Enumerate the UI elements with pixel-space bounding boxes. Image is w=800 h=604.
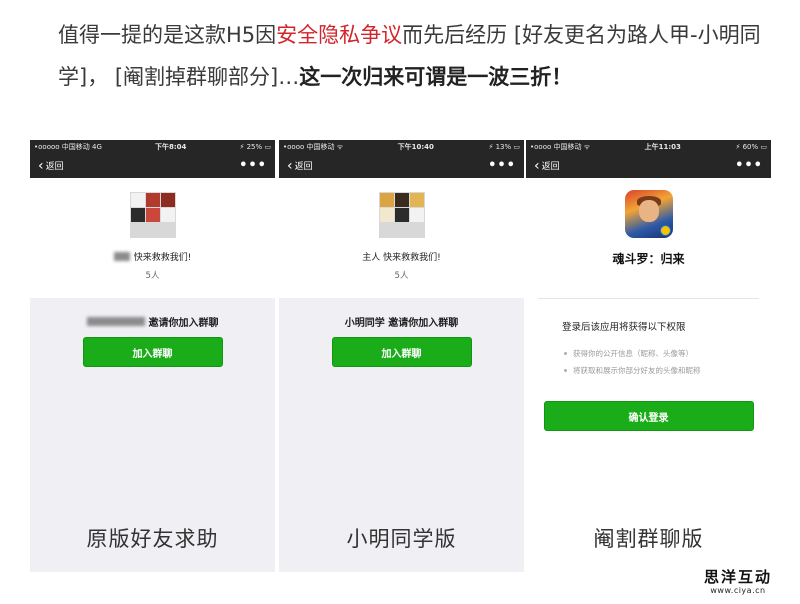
status-time: 上午11:03 bbox=[644, 142, 681, 151]
group-info: 主人 快来救救我们! 5人 bbox=[279, 178, 524, 298]
join-group-button[interactable]: 加入群聊 bbox=[82, 337, 223, 367]
more-options-icon[interactable]: ••• bbox=[735, 158, 763, 173]
group-avatar bbox=[129, 192, 176, 238]
game-app-icon bbox=[624, 190, 673, 238]
invite-text-label: 小明同学 邀请你加入群聊 bbox=[344, 318, 459, 329]
battery-status: ⚡ 60% ▭ bbox=[735, 142, 767, 151]
member-avatar-tile bbox=[379, 193, 394, 207]
member-avatar-tile bbox=[409, 193, 424, 207]
headline-part1: 值得一提的是这款H5因 bbox=[58, 23, 277, 47]
permission-item: 将获取和展示你部分好友的头像和昵称 bbox=[564, 362, 771, 379]
invite-text-label: 邀请你加入群聊 bbox=[148, 318, 219, 329]
group-avatar bbox=[378, 192, 425, 238]
chevron-left-icon: ‹ bbox=[534, 157, 540, 174]
member-avatar-tile bbox=[160, 208, 175, 222]
watermark-logo: 思洋互动 www.ciya.cn bbox=[704, 566, 772, 595]
watermark-url: www.ciya.cn bbox=[710, 586, 766, 595]
member-avatar-tile bbox=[409, 208, 424, 222]
more-options-icon[interactable]: ••• bbox=[239, 158, 267, 173]
version-caption: 原版好友求助 bbox=[86, 527, 219, 551]
carrier-signal: •ooooo 中国移动 4G bbox=[34, 142, 102, 151]
member-avatar-tile bbox=[130, 193, 145, 207]
member-count: 5人 bbox=[145, 271, 160, 281]
chevron-left-icon: ‹ bbox=[287, 157, 293, 174]
permissions-list: 获得你的公开信息（昵称、头像等） 将获取和展示你部分好友的头像和昵称 bbox=[564, 345, 771, 379]
back-button[interactable]: ‹ 返回 bbox=[38, 159, 64, 173]
status-bar: •oooo 中国移动 ᯤ 上午11:03 ⚡ 60% ▭ bbox=[526, 140, 771, 153]
chevron-left-icon: ‹ bbox=[38, 157, 44, 174]
phone-screenshot-xiaoming: •oooo 中国移动 ᯤ 下午10:40 ⚡ 13% ▭ ‹ 返回 ••• 主人… bbox=[279, 140, 524, 572]
battery-status: ⚡ 25% ▭ bbox=[239, 142, 271, 151]
phone-screenshot-original: •ooooo 中国移动 4G 下午8:04 ⚡ 25% ▭ ‹ 返回 ••• 快… bbox=[30, 140, 275, 572]
carrier-signal: •oooo 中国移动 ᯤ bbox=[530, 142, 591, 151]
invite-section: 小明同学 邀请你加入群聊 加入群聊 bbox=[279, 314, 524, 367]
divider bbox=[538, 298, 759, 299]
permissions-title: 登录后该应用将获得以下权限 bbox=[562, 322, 686, 333]
headline-text: 值得一提的是这款H5因安全隐私争议而先后经历 [好友更名为路人甲-小明同学]， … bbox=[58, 14, 778, 98]
member-count: 5人 bbox=[394, 271, 409, 281]
back-button[interactable]: ‹ 返回 bbox=[534, 159, 560, 173]
status-bar: •oooo 中国移动 ᯤ 下午10:40 ⚡ 13% ▭ bbox=[279, 140, 524, 153]
status-time: 下午10:40 bbox=[397, 142, 434, 151]
invite-text: 邀请你加入群聊 bbox=[86, 314, 219, 329]
member-avatar-tile bbox=[394, 208, 409, 222]
nav-bar: ‹ 返回 ••• bbox=[30, 153, 275, 178]
app-info: 魂斗罗：归来 bbox=[526, 178, 771, 298]
group-name-text: 主人 快来救救我们! bbox=[362, 253, 441, 263]
confirm-login-button[interactable]: 确认登录 bbox=[543, 401, 754, 431]
more-options-icon[interactable]: ••• bbox=[488, 158, 516, 173]
back-button[interactable]: ‹ 返回 bbox=[287, 159, 313, 173]
carrier-signal: •oooo 中国移动 ᯤ bbox=[283, 142, 344, 151]
member-avatar-tile bbox=[145, 208, 160, 222]
permission-item: 获得你的公开信息（昵称、头像等） bbox=[564, 345, 771, 362]
back-label: 返回 bbox=[541, 162, 560, 172]
group-name-text: 快来救救我们! bbox=[133, 253, 192, 263]
join-group-button[interactable]: 加入群聊 bbox=[331, 337, 472, 367]
group-name: 快来救救我们! bbox=[113, 250, 192, 263]
headline-highlight: 安全隐私争议 bbox=[276, 23, 403, 47]
blurred-inviter bbox=[86, 317, 145, 326]
battery-status: ⚡ 13% ▭ bbox=[488, 142, 520, 151]
invite-section: 邀请你加入群聊 加入群聊 bbox=[30, 314, 275, 367]
member-avatar-tile bbox=[394, 193, 409, 207]
version-caption: 阉割群聊版 bbox=[593, 527, 704, 551]
member-avatar-tile bbox=[130, 208, 145, 222]
member-avatar-tile bbox=[160, 193, 175, 207]
group-info: 快来救救我们! 5人 bbox=[30, 178, 275, 298]
back-label: 返回 bbox=[294, 162, 313, 172]
nav-bar: ‹ 返回 ••• bbox=[526, 153, 771, 178]
member-avatar-tile bbox=[379, 208, 394, 222]
invite-text: 小明同学 邀请你加入群聊 bbox=[345, 314, 458, 329]
back-label: 返回 bbox=[45, 162, 64, 172]
watermark-name: 思洋互动 bbox=[703, 568, 772, 586]
phone-screenshot-no-group: •oooo 中国移动 ᯤ 上午11:03 ⚡ 60% ▭ ‹ 返回 ••• 魂斗… bbox=[526, 140, 771, 572]
status-bar: •ooooo 中国移动 4G 下午8:04 ⚡ 25% ▭ bbox=[30, 140, 275, 153]
status-time: 下午8:04 bbox=[154, 142, 187, 151]
app-name: 魂斗罗：归来 bbox=[612, 252, 685, 266]
member-avatar-tile bbox=[145, 193, 160, 207]
group-name: 主人 快来救救我们! bbox=[362, 250, 440, 263]
blurred-name bbox=[113, 252, 130, 261]
version-caption: 小明同学版 bbox=[346, 527, 457, 551]
headline-bold: 这一次归来可谓是一波三折！ bbox=[299, 65, 573, 89]
nav-bar: ‹ 返回 ••• bbox=[279, 153, 524, 178]
